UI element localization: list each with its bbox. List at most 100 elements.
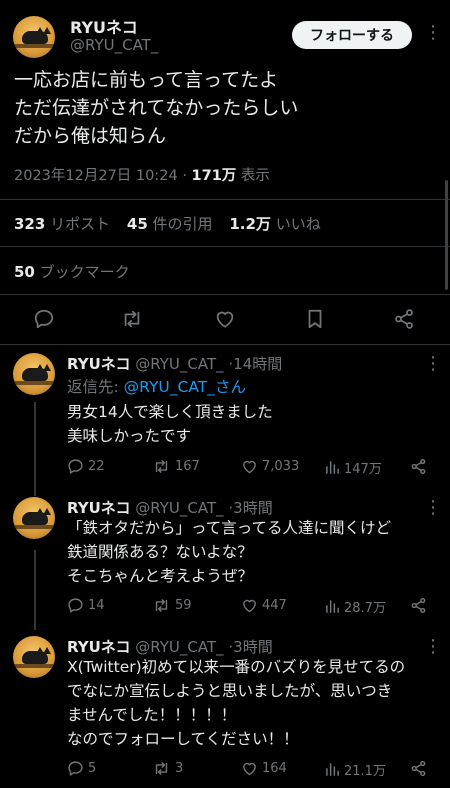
share-icon [410,458,427,475]
replying-prefix: 返信先: [67,378,119,396]
avatar[interactable] [13,353,55,395]
divider [0,246,450,247]
like-count-button[interactable]: 7,033 [241,458,299,475]
author-handle[interactable]: @RYU_CAT_ [70,36,158,54]
views-count: 171万 [191,168,237,184]
quotes-stat[interactable]: 45 件の引用 [127,215,213,233]
replying-to-link[interactable]: @RYU_CAT_さん [124,378,246,396]
reply-time[interactable]: 14時間 [233,355,282,373]
reply-text-line: 「鉄オタだから」って言ってる人達に聞くけど [67,519,391,537]
repost-count-button[interactable]: 167 [152,458,200,475]
avatar-shelf [13,44,55,48]
share-button[interactable] [410,597,427,614]
views-count: 28.7万 [344,601,386,616]
views-count-button[interactable]: 21.1万 [325,760,386,779]
tweet-text-line: だから俺は知らん [14,125,167,147]
reply-count-button[interactable]: 22 [67,458,105,475]
share-icon [410,760,427,777]
follow-button[interactable]: フォローする [292,21,412,49]
like-icon[interactable] [214,308,236,330]
likes-stat[interactable]: 1.2万 いいね [229,215,320,233]
avatar[interactable] [13,636,55,678]
reply-handle[interactable]: @RYU_CAT_ [135,638,223,656]
share-button[interactable] [410,760,427,777]
reply-tweet[interactable]: RYUネコ @RYU_CAT_ ·3時間 ⋮ 「鉄オタだから」って言ってる人達に… [0,497,450,622]
share-icon[interactable] [393,308,415,330]
reply-text: 「鉄オタだから」って言ってる人達に聞くけど 鉄道関係ある？ないよな？ そこちゃん… [67,516,391,588]
reply-text-line: 鉄道関係ある？ないよな？ [67,543,253,561]
more-options-icon[interactable]: ⋮ [424,353,442,374]
quotes-label: 件の引用 [152,215,213,233]
like-icon [241,458,258,475]
like-count-button[interactable]: 447 [241,597,287,614]
views-count-button[interactable]: 28.7万 [325,597,386,616]
reply-text-line: そこちゃんと考えようぜ？ [67,567,254,585]
reply-text-line: 美味しかったです [67,427,192,445]
reply-text: X(Twitter)初めて以来一番のバズりを見せてるの でなにか宣伝しようと思い… [67,655,405,751]
reply-icon [67,458,84,475]
reply-display-name[interactable]: RYUネコ [67,499,130,517]
reposts-stat[interactable]: 323 リポスト [14,215,110,233]
views-count: 21.1万 [344,764,386,779]
reply-text-line: でなにか宣伝しようと思いましたが、思いつき [67,682,393,700]
reply-count-button[interactable]: 14 [67,597,105,614]
repost-count-button[interactable]: 3 [152,760,183,777]
divider [0,294,450,295]
reposts-label: リポスト [50,215,111,233]
like-count: 7,033 [262,459,300,474]
avatar[interactable] [13,16,55,58]
reply-handle[interactable]: @RYU_CAT_ [135,499,223,517]
repost-count: 59 [175,598,192,613]
reply-time[interactable]: 3時間 [233,638,273,656]
views-count-button[interactable]: 147万 [325,458,382,477]
divider [0,199,450,200]
share-icon [410,597,427,614]
engagement-stats: 323 リポスト 45 件の引用 1.2万 いいね [14,213,321,234]
reply-header: RYUネコ @RYU_CAT_ ·3時間 [67,636,273,657]
likes-label: いいね [275,215,321,233]
reply-count: 5 [88,761,97,776]
like-icon [241,760,258,777]
reply-display-name[interactable]: RYUネコ [67,638,130,656]
tweet-text-line: 一応お店に前もって言ってたよ [14,69,279,91]
cat-ear [43,27,51,34]
cat-ear [43,364,51,371]
share-button[interactable] [410,458,427,475]
tweet-timestamp[interactable]: 2023年12月27日 10:24 [14,168,178,184]
reply-tweet[interactable]: RYUネコ @RYU_CAT_ ·3時間 ⋮ X(Twitter)初めて以来一番… [0,636,450,786]
avatar[interactable] [13,497,55,539]
reply-count: 22 [88,459,105,474]
repost-icon [152,597,171,614]
views-icon [325,762,340,777]
reply-display-name[interactable]: RYUネコ [67,355,130,373]
reply-action-bar: 14 59 447 28.7万 [67,597,437,617]
reply-time[interactable]: 3時間 [233,499,273,517]
bookmark-icon[interactable] [305,308,325,330]
replying-to: 返信先: @RYU_CAT_さん [67,375,246,399]
cat-ear [43,508,51,515]
more-options-icon[interactable]: ⋮ [424,497,442,518]
bookmarks-label: ブックマーク [39,263,130,281]
reply-icon [67,597,84,614]
reply-handle[interactable]: @RYU_CAT_ [135,355,223,373]
divider [0,344,450,345]
avatar-shelf [13,381,55,385]
author-display-name[interactable]: RYUネコ [70,14,138,38]
reply-count-button[interactable]: 5 [67,760,96,777]
meta-separator: · [182,168,187,184]
tweet-text: 一応お店に前もって言ってたよ ただ伝達がされてなかったらしい だから俺は知らん [14,66,298,150]
repost-count: 167 [175,459,200,474]
repost-count-button[interactable]: 59 [152,597,192,614]
bookmarks-stat[interactable]: 50 ブックマーク [14,261,130,282]
reply-text-line: なのでフォローしてください！！ [67,730,299,748]
reply-tweet[interactable]: RYUネコ @RYU_CAT_ ·14時間 ⋮ 返信先: @RYU_CAT_さん… [0,353,450,483]
reply-text-line: 男女14人で楽しく頂きました [67,403,273,421]
reply-icon[interactable] [33,308,55,330]
more-options-icon[interactable]: ⋮ [424,22,442,43]
tweet-text-line: ただ伝達がされてなかったらしい [14,97,299,119]
reposts-count: 323 [14,215,46,233]
scrollbar[interactable] [445,180,448,290]
like-count-button[interactable]: 164 [241,760,287,777]
repost-icon[interactable] [120,308,144,330]
more-options-icon[interactable]: ⋮ [424,636,442,657]
